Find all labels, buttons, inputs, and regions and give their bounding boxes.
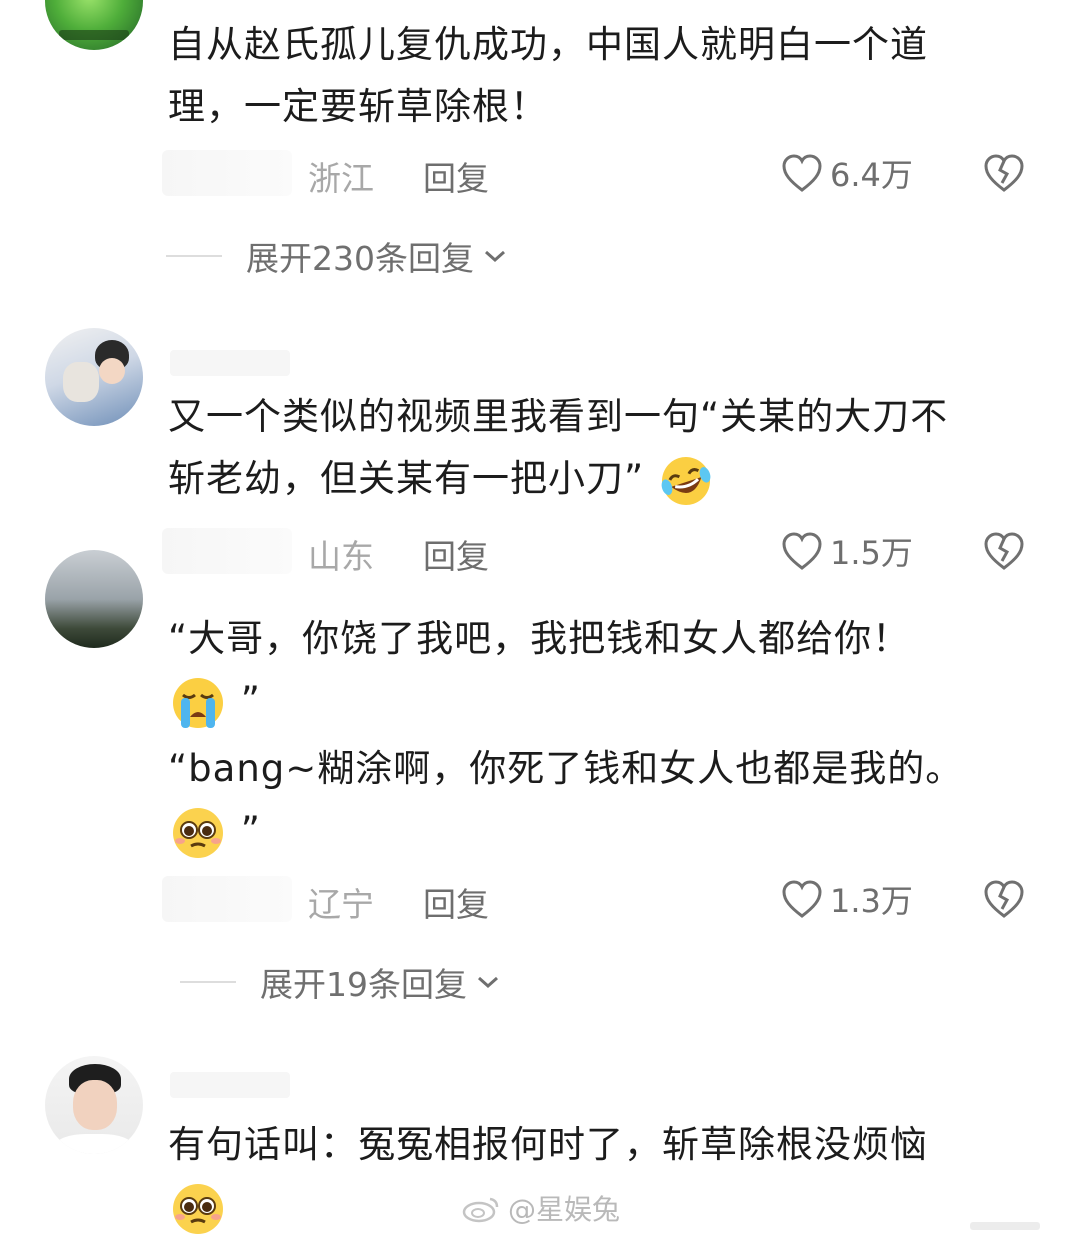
- heart-outline-icon: [782, 880, 822, 918]
- watermark: @星娱兔: [462, 1188, 620, 1228]
- broken-heart-icon: [984, 154, 1024, 192]
- avatar[interactable]: [45, 550, 143, 648]
- comment-text-line: 自从赵氏孤儿复仇成功，中国人就明白一个道: [168, 23, 928, 66]
- comment-text-line: 理，一定要斩草除根！: [168, 85, 548, 128]
- heart-outline-icon: [782, 154, 822, 192]
- comment-meta: 辽宁 回复 1.3万: [0, 876, 1080, 926]
- like-count: 1.5万: [830, 534, 913, 572]
- quote-mark: ”: [240, 679, 261, 722]
- comment-text: 又一个类似的视频里我看到一句“关某的大刀不 斩老幼，但关某有一把小刀”: [168, 386, 1028, 510]
- dislike-button[interactable]: [982, 530, 1026, 576]
- broken-heart-icon: [984, 880, 1024, 918]
- expand-replies-button[interactable]: 展开19条回复: [180, 958, 501, 1006]
- comment-text-line: “bang~糊涂啊，你死了钱和女人也都是我的。: [168, 747, 964, 790]
- quote-mark: ”: [240, 809, 261, 852]
- pleading-emoji: [173, 807, 223, 858]
- blurred-username: [162, 528, 292, 574]
- comment-text-line: “大哥，你饶了我吧，我把钱和女人都给你！: [168, 617, 911, 660]
- blurred-username: [162, 150, 292, 196]
- region-label: 山东: [308, 537, 374, 576]
- like-button[interactable]: 6.4万: [780, 150, 913, 196]
- avatar[interactable]: [45, 1056, 143, 1154]
- like-count: 1.3万: [830, 882, 913, 920]
- chevron-down-icon: [485, 250, 505, 263]
- divider: [166, 255, 222, 257]
- like-button[interactable]: 1.5万: [780, 528, 913, 574]
- heart-outline-icon: [782, 532, 822, 570]
- comment-meta: 浙江 回复 6.4万: [0, 150, 1080, 200]
- corner-watermark: [970, 1222, 1040, 1230]
- dislike-button[interactable]: [982, 152, 1026, 198]
- region-label: 辽宁: [308, 885, 374, 924]
- expand-replies-label: 展开19条回复: [260, 965, 467, 1004]
- rofl-emoji: [661, 456, 711, 505]
- blurred-username: [162, 876, 292, 922]
- reply-button[interactable]: 回复: [423, 878, 489, 926]
- comment-text-span: 斩老幼，但关某有一把小刀”: [168, 457, 645, 500]
- watermark-text: @星娱兔: [508, 1193, 621, 1226]
- comment-text: 自从赵氏孤儿复仇成功，中国人就明白一个道 理，一定要斩草除根！: [168, 14, 1028, 138]
- comment-text-line: 有句话叫：冤冤相报何时了，斩草除根没烦恼: [168, 1123, 928, 1166]
- chevron-down-icon: [478, 976, 498, 989]
- reply-button[interactable]: 回复: [423, 530, 489, 578]
- avatar[interactable]: [45, 0, 143, 50]
- dislike-button[interactable]: [982, 878, 1026, 924]
- expand-replies-button[interactable]: 展开230条回复: [166, 232, 508, 280]
- loudly-crying-emoji: [173, 677, 223, 728]
- reply-button[interactable]: 回复: [423, 152, 489, 200]
- comment-meta: 山东 回复 1.5万: [0, 528, 1080, 578]
- blurred-username: [170, 350, 290, 376]
- like-button[interactable]: 1.3万: [780, 876, 913, 922]
- divider: [180, 981, 236, 983]
- comment-text-line: ”: [168, 800, 1028, 868]
- comment-text: “大哥，你饶了我吧，我把钱和女人都给你！ ” “bang~糊涂啊，你死了钱和女人…: [168, 608, 1028, 868]
- comment-text-line: ”: [168, 670, 1028, 738]
- like-count: 6.4万: [830, 156, 913, 194]
- comment-text-line: 又一个类似的视频里我看到一句“关某的大刀不: [168, 395, 949, 438]
- expand-replies-label: 展开230条回复: [246, 239, 474, 278]
- region-label: 浙江: [308, 159, 374, 198]
- broken-heart-icon: [984, 532, 1024, 570]
- blurred-username: [170, 1072, 290, 1098]
- weibo-logo-icon: [462, 1197, 499, 1223]
- avatar[interactable]: [45, 328, 143, 426]
- comment-text-line: 斩老幼，但关某有一把小刀”: [168, 448, 1028, 510]
- pleading-emoji: [173, 1183, 223, 1234]
